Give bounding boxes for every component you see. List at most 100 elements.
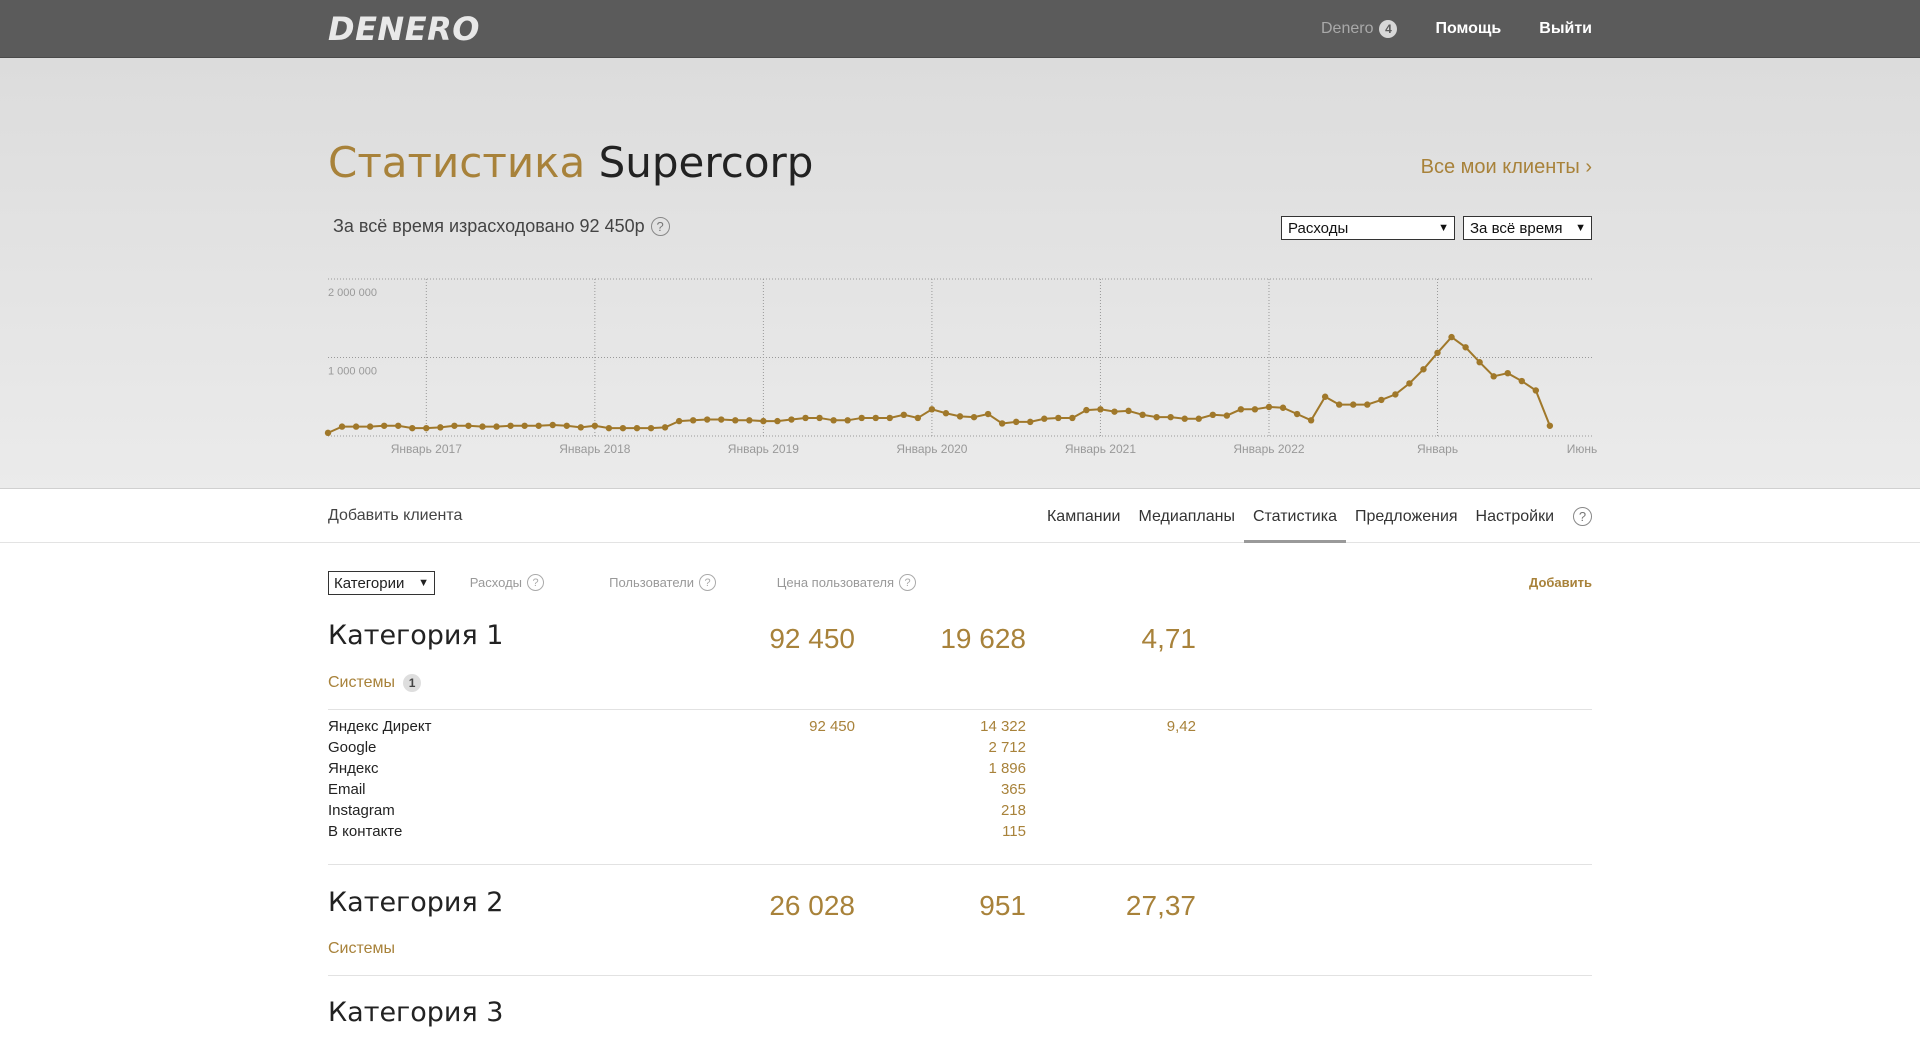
data-point [788,416,795,423]
data-point [802,414,809,422]
category-name[interactable]: Категория 2 [328,887,503,918]
data-point [914,414,922,422]
column-header-spend-label: Расходы [469,575,522,590]
data-point [900,411,908,419]
category-price: 4,71 [1141,623,1197,654]
chevron-down-icon: ▼ [418,577,429,589]
row-spend: 92 450 [809,718,855,735]
spend-chart: 2 000 000 1 000 000 Январь 2017 Январь 2018… [324,278,1598,456]
row-users: 1 896 [988,760,1026,777]
data-point [1392,391,1399,398]
data-point [1167,413,1174,421]
data-point [928,406,936,413]
data-point [493,423,500,430]
row-name: Яндекс [328,760,379,777]
data-point [423,424,430,432]
x-tick-label: Январь [1417,442,1458,456]
systems-label[interactable]: Системы [328,674,395,692]
data-point [774,417,781,425]
data-point [380,422,388,429]
row-name: Instagram [328,802,395,819]
table-row[interactable]: Яндекс 1 896 [328,760,1592,781]
data-point [1420,366,1427,373]
data-point [1518,377,1525,385]
data-point [479,423,486,430]
tabs-bar: Добавить клиента Кампании Медиапланы Ста… [0,490,1920,543]
data-point [507,422,514,429]
table-row[interactable]: В контакте 115 [328,823,1592,844]
data-point [1111,408,1118,415]
help-circle-icon[interactable]: ? [1573,507,1592,526]
tabs: Кампании Медиапланы Статистика Предложен… [1038,490,1592,543]
row-users: 2 712 [988,739,1026,756]
data-point [998,420,1006,427]
data-point [844,417,851,424]
divider [328,864,1592,865]
data-point [591,422,599,429]
data-point [1336,401,1343,408]
data-point [1251,406,1259,413]
table-row[interactable]: Email 365 [328,781,1592,802]
x-tick-label: Июнь [1567,442,1598,456]
data-point [1069,414,1076,422]
data-point [1125,407,1132,415]
row-users: 365 [1000,781,1026,798]
systems-label[interactable]: Системы [328,940,395,958]
category-users: 19 628 [940,623,1026,654]
row-name: Яндекс Директ [328,718,432,735]
category-name[interactable]: Категория 3 [328,997,503,1028]
tab-settings[interactable]: Настройки [1467,490,1563,543]
data-point [549,421,556,429]
tab-campaigns[interactable]: Кампании [1038,490,1130,543]
data-point [338,423,346,430]
add-category-link[interactable]: Добавить [1529,575,1592,590]
category-spend: 92 450 [769,623,855,654]
row-name: В контакте [328,823,403,840]
data-point [1293,410,1301,418]
category-price: 27,37 [1125,890,1196,921]
help-circle-icon[interactable]: ? [527,574,544,591]
x-tick-label: Январь 2020 [896,442,967,456]
x-tick-label: Январь 2021 [1065,442,1136,456]
data-point [1307,417,1315,424]
add-client-link[interactable]: Добавить клиента [328,507,462,525]
data-point [732,417,739,424]
data-point [689,417,697,424]
data-point [1265,403,1273,411]
x-tick-label: Январь 2018 [559,442,630,456]
help-circle-icon[interactable]: ? [899,574,916,591]
data-point [816,414,823,422]
data-point [886,414,893,422]
table-row[interactable]: Яндекс Директ 92 450 14 322 9,42 [328,718,1592,739]
table-row[interactable]: Google 2 712 [328,739,1592,760]
row-price: 9,42 [1166,718,1196,735]
chart-area: 2 000 000 1 000 000 Январь 2017 Январь 2018… [0,0,1920,489]
data-point [872,414,879,422]
data-point [1181,415,1188,422]
data-point [395,422,402,429]
data-point [619,424,627,432]
table-row[interactable]: Instagram 218 [328,802,1592,823]
systems-toggle[interactable]: Системы 1 [328,674,422,692]
data-point [1153,413,1160,421]
group-select-value: Категории [334,574,405,592]
tab-statistics[interactable]: Статистика [1243,490,1347,543]
data-point [858,414,865,422]
data-point [1532,387,1540,394]
divider [328,709,1592,710]
category-spend: 26 028 [769,890,855,921]
data-point [366,423,374,430]
data-point [1546,422,1554,429]
systems-toggle[interactable]: Системы [328,940,395,958]
tab-proposals[interactable]: Предложения [1346,490,1467,543]
category-name[interactable]: Категория 1 [328,620,503,651]
data-point [675,417,683,425]
column-header-price-label: Цена пользователя [776,575,894,590]
group-select[interactable]: Категории ▼ [328,571,435,595]
tab-mediaplans[interactable]: Медиапланы [1129,490,1243,543]
data-point [1237,406,1245,413]
x-tick-label: Январь 2017 [391,442,462,456]
data-point [1350,401,1357,408]
column-header-price: Цена пользователя ? [777,574,916,591]
help-circle-icon[interactable]: ? [699,574,716,591]
